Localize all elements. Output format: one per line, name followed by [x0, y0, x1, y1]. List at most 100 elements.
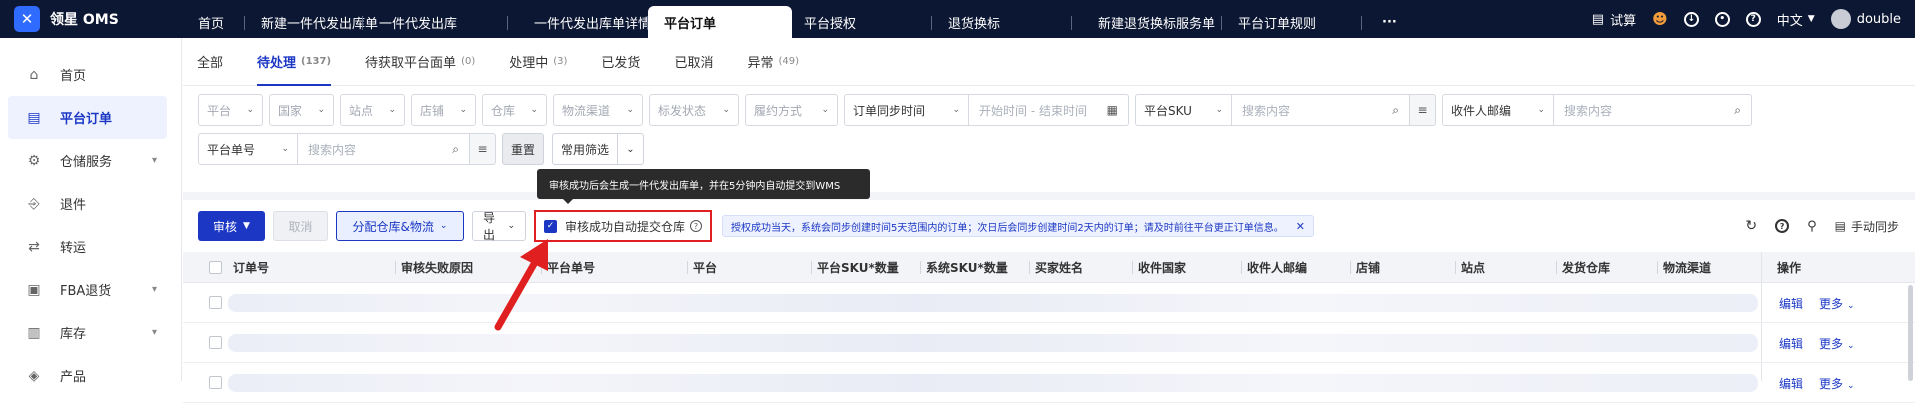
robot-icon[interactable]: ☻ [1652, 10, 1668, 28]
col-warehouse[interactable]: 发货仓库 [1556, 252, 1610, 283]
tab-home[interactable]: 首页 [182, 6, 245, 38]
platform-select[interactable]: 平台 ⌄ [198, 94, 263, 126]
tab-platform-auth[interactable]: 平台授权 [792, 6, 932, 38]
row-checkbox[interactable] [209, 336, 222, 349]
col-buyer-name[interactable]: 买家姓名 [1029, 252, 1083, 283]
date-range-input[interactable]: 开始时间 - 结束时间 ▦ [969, 94, 1129, 126]
col-platform-sku-qty[interactable]: 平台SKU*数量 [811, 252, 899, 283]
cancel-button[interactable]: 取消 [273, 211, 328, 241]
receiver-type-select[interactable]: 收件人邮编 ⌄ [1442, 94, 1554, 126]
sync-notice-banner: 授权成功当天，系统会同步创建时间5天范围内的订单；次日后会同步创建时间2天内的订… [722, 215, 1314, 237]
manual-sync-button[interactable]: ▤ 手动同步 [1835, 218, 1899, 235]
row-checkbox[interactable] [209, 296, 222, 309]
tab-platform-orders[interactable]: 平台订单 [648, 6, 792, 38]
download-icon[interactable]: ↓ [1683, 11, 1699, 27]
tab-return-relabel[interactable]: 退货换标 [932, 6, 1072, 38]
sidebar-item-label: 退件 [60, 198, 87, 213]
tab-label: 异常 [747, 56, 774, 71]
vertical-scrollbar[interactable] [1908, 285, 1913, 381]
sidebar-item-returns[interactable]: ⎆ 退件 [0, 182, 181, 225]
common-filter-dropdown[interactable]: ⌄ [618, 133, 644, 165]
sidebar-item-fba-returns[interactable]: ▣ FBA退货 ▾ [0, 268, 181, 311]
tab-awaiting-label[interactable]: 待获取平台面单 (0) [365, 38, 475, 86]
sidebar-item-inventory[interactable]: ▥ 库存 ▾ [0, 311, 181, 354]
order-no-search-input[interactable]: 搜索内容 ⌕ [298, 133, 470, 165]
batch-input-button[interactable]: ≡ [470, 133, 496, 165]
edit-link[interactable]: 编辑 [1779, 375, 1803, 392]
site-select[interactable]: 站点 ⌄ [340, 94, 405, 126]
col-country[interactable]: 收件国家 [1132, 252, 1186, 283]
tab-platform-order-rules[interactable]: 平台订单规则 [1222, 6, 1362, 38]
logistics-select[interactable]: 物流渠道 ⌄ [553, 94, 643, 126]
col-platform[interactable]: 平台 [687, 252, 717, 283]
assign-warehouse-logistics-button[interactable]: 分配仓库&物流 ⌄ [336, 211, 464, 241]
warehouse-select[interactable]: 仓库 ⌄ [482, 94, 547, 126]
app-logo[interactable]: ✕ 领星 OMS [0, 0, 182, 38]
time-type-select[interactable]: 订单同步时间 ⌄ [844, 94, 969, 126]
col-system-sku-qty[interactable]: 系统SKU*数量 [920, 252, 1008, 283]
label-status-select[interactable]: 标发状态 ⌄ [649, 94, 739, 126]
select-all-checkbox[interactable] [209, 261, 222, 274]
tab-label: 已发货 [601, 56, 641, 71]
chevron-down-icon: ⌄ [1215, 105, 1223, 115]
more-tabs-button[interactable]: ··· [1362, 6, 1413, 38]
select-value: 平台SKU [1144, 103, 1192, 118]
help-icon[interactable]: ? [1775, 219, 1790, 233]
tab-count: (3) [553, 56, 568, 67]
calendar-icon: ▦ [1106, 103, 1118, 117]
settings-search-icon[interactable]: ⚲ [1807, 219, 1817, 234]
audit-button[interactable]: 审核 ▼ [198, 211, 265, 241]
col-order-no[interactable]: 订单号 [227, 252, 269, 283]
settings-icon[interactable]: • [1714, 11, 1730, 27]
col-logistics[interactable]: 物流渠道 [1657, 252, 1711, 283]
tab-new-return-relabel[interactable]: 新建退货换标服务单 [1072, 6, 1222, 38]
edit-link[interactable]: 编辑 [1779, 335, 1803, 352]
user-menu[interactable]: double [1830, 9, 1901, 29]
sidebar-item-warehouse-service[interactable]: ⚙ 仓储服务 ▾ [0, 139, 181, 182]
fulfill-method-select[interactable]: 履约方式 ⌄ [745, 94, 838, 126]
col-store[interactable]: 店铺 [1350, 252, 1380, 283]
col-site[interactable]: 站点 [1455, 252, 1485, 283]
tab-dropship-outbound[interactable]: 一件代发出库 [363, 6, 508, 38]
close-icon[interactable]: ✕ [1296, 220, 1305, 233]
chevron-down-icon: ⌄ [626, 143, 635, 155]
sku-search-input[interactable]: 搜索内容 ⌕ [1232, 94, 1410, 126]
tab-cancelled[interactable]: 已取消 [674, 38, 713, 86]
tab-new-dropship-order[interactable]: 新建一件代发出库单 [245, 6, 378, 38]
sidebar-item-platform-orders[interactable]: ▤ 平台订单 [8, 96, 167, 139]
order-no-type-select[interactable]: 平台单号 ⌄ [198, 133, 298, 165]
list-icon: ≡ [1417, 103, 1428, 117]
app-name: 领星 OMS [50, 12, 119, 28]
common-filter-button[interactable]: 常用筛选 [552, 133, 618, 165]
help-icon[interactable]: ? [1745, 11, 1761, 27]
more-menu[interactable]: 更多 ⌄ [1819, 295, 1855, 312]
sidebar-item-home[interactable]: ⌂ 首页 [0, 53, 181, 96]
trial-calc-button[interactable]: ▤ 试算 [1592, 10, 1636, 29]
col-fail-reason[interactable]: 审核失败原因 [395, 252, 473, 283]
store-select[interactable]: 店铺 ⌄ [411, 94, 476, 126]
info-icon[interactable]: ? [690, 220, 703, 232]
more-menu[interactable]: 更多 ⌄ [1819, 375, 1855, 392]
sku-type-select[interactable]: 平台SKU ⌄ [1135, 94, 1232, 126]
sidebar-item-products[interactable]: ◈ 产品 [0, 354, 181, 397]
language-selector[interactable]: 中文 ▼ [1777, 10, 1815, 29]
receiver-search-input[interactable]: 搜索内容 ⌕ [1554, 94, 1752, 126]
tab-dropship-order-detail[interactable]: 一件代发出库单详情 [508, 6, 651, 38]
tab-exception[interactable]: 异常 (49) [747, 38, 799, 86]
tab-all[interactable]: 全部 [197, 38, 223, 86]
batch-input-button[interactable]: ≡ [1410, 94, 1436, 126]
more-menu[interactable]: 更多 ⌄ [1819, 335, 1855, 352]
edit-link[interactable]: 编辑 [1779, 295, 1803, 312]
reset-button[interactable]: 重置 [502, 133, 544, 165]
row-checkbox[interactable] [209, 376, 222, 389]
col-postcode[interactable]: 收件人邮编 [1241, 252, 1307, 283]
country-select[interactable]: 国家 ⌄ [269, 94, 334, 126]
tab-shipped[interactable]: 已发货 [601, 38, 640, 86]
tab-pending[interactable]: 待处理 (137) [257, 38, 332, 86]
sidebar-item-transfer[interactable]: ⇄ 转运 [0, 225, 181, 268]
tab-processing[interactable]: 处理中 (3) [509, 38, 567, 86]
auto-submit-label[interactable]: 审核成功自动提交仓库 [565, 218, 685, 235]
chevron-down-icon: ⌄ [507, 221, 515, 231]
auto-submit-checkbox[interactable]: ✓ [544, 219, 557, 233]
refresh-icon[interactable]: ↻ [1745, 218, 1757, 234]
